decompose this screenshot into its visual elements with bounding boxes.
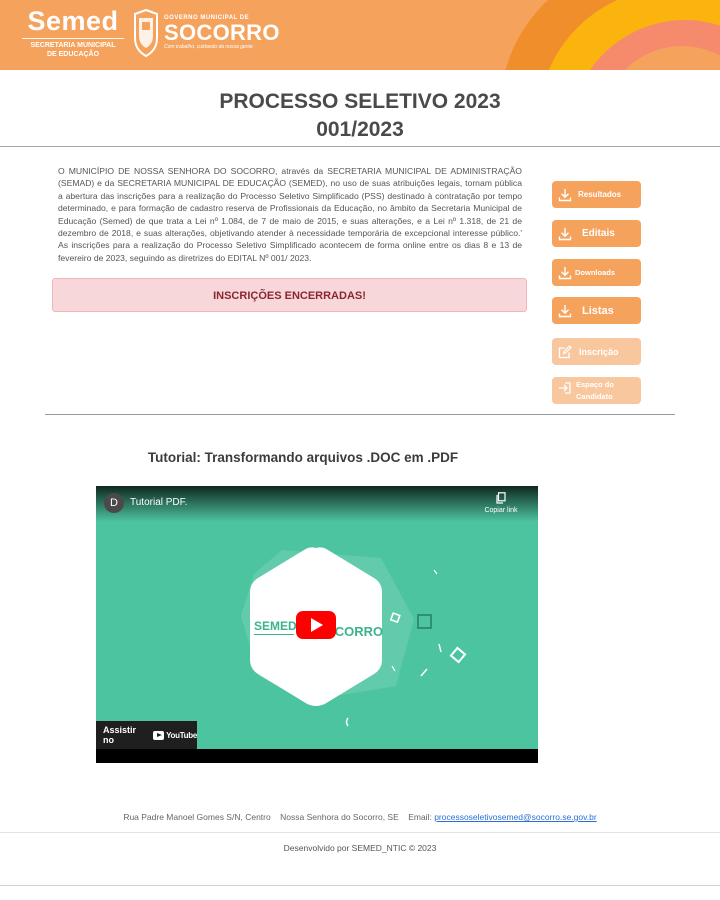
downloads-label: Downloads [575,268,616,277]
download-icon [558,188,572,201]
resultados-button[interactable]: Resultados [552,181,641,208]
footer-address: Rua Padre Manoel Gomes S/N, Centro Nossa… [0,812,720,822]
registration-closed-alert: INSCRIÇÕES ENCERRADAS! [52,278,527,312]
video-player[interactable]: SEMED SOCORRO D Tutorial PDF. Copiar lin… [96,486,538,763]
video-title[interactable]: Tutorial PDF. [130,497,187,508]
inscricao-label: Inscrição [579,346,619,357]
resultados-label: Resultados [578,190,622,199]
site-header: Semed SECRETARIA MUNICIPAL DE EDUCAÇÃO G… [0,0,720,70]
watch-on-youtube-button[interactable]: Assistir no YouTube [96,721,197,749]
download-icon [558,227,572,240]
tutorial-title: Tutorial: Transformando arquivos .DOC em… [147,450,459,465]
youtube-icon [152,730,165,740]
email-link[interactable]: processoseletivosemed@socorro.se.gov.br [434,812,597,822]
download-icon [558,266,572,279]
socorro-logo: GOVERNO MUNICIPAL DE SOCORRO Com trabalh… [164,14,280,51]
editais-button[interactable]: Editais [552,220,641,247]
page-title-line2: 001/2023 [316,118,404,141]
divider [45,414,675,415]
city-crest-icon [134,8,158,58]
divider [0,832,720,833]
page-title-line1: PROCESSO SELETIVO 2023 [219,90,501,113]
intro-text: O MUNICÍPIO DE NOSSA SENHORA DO SOCORRO,… [58,166,522,263]
copy-icon [496,492,506,504]
channel-avatar[interactable]: D [104,493,124,513]
youtube-label: YouTube [166,730,197,740]
video-bottom-bar [96,749,538,763]
city-name: SOCORRO [164,20,280,45]
semed-logo[interactable]: Semed SECRETARIA MUNICIPAL DE EDUCAÇÃO [18,6,128,64]
logo-divider [22,38,124,39]
play-button-icon[interactable] [296,611,336,639]
footer-credits: Desenvolvido por SEMED_NTIC © 2023 [283,843,437,853]
listas-label: Listas [582,304,614,317]
listas-button[interactable]: Listas [552,297,641,324]
semed-logo-sub2: DE EDUCAÇÃO [46,51,100,58]
edit-icon [558,344,572,358]
sign-in-icon [559,382,571,394]
divider [0,885,720,886]
editais-label: Editais [582,228,615,239]
copy-link-label: Copiar link [484,507,518,514]
city-slogan: Com trabalho, cuidando da nossa gente. [164,44,255,50]
page-title: PROCESSO SELETIVO 2023 001/2023 [0,88,720,144]
inscricao-button[interactable]: Inscrição [552,338,641,365]
espaco-candidato-button[interactable]: Espaço do Candidato [552,377,641,404]
svg-text:SEMED: SEMED [254,619,297,633]
espaco-candidato-label: Espaço do Candidato [576,379,614,401]
download-icon [558,304,572,317]
semed-logo-sub1: SECRETARIA MUNICIPAL [30,42,116,49]
watch-on-label: Assistir no [103,725,137,745]
address-text: Rua Padre Manoel Gomes S/N, Centro Nossa… [123,812,435,822]
downloads-button[interactable]: Downloads [552,259,641,286]
copy-link-button[interactable]: Copiar link [476,492,526,514]
semed-logo-text: Semed [27,6,119,36]
divider [0,146,720,147]
